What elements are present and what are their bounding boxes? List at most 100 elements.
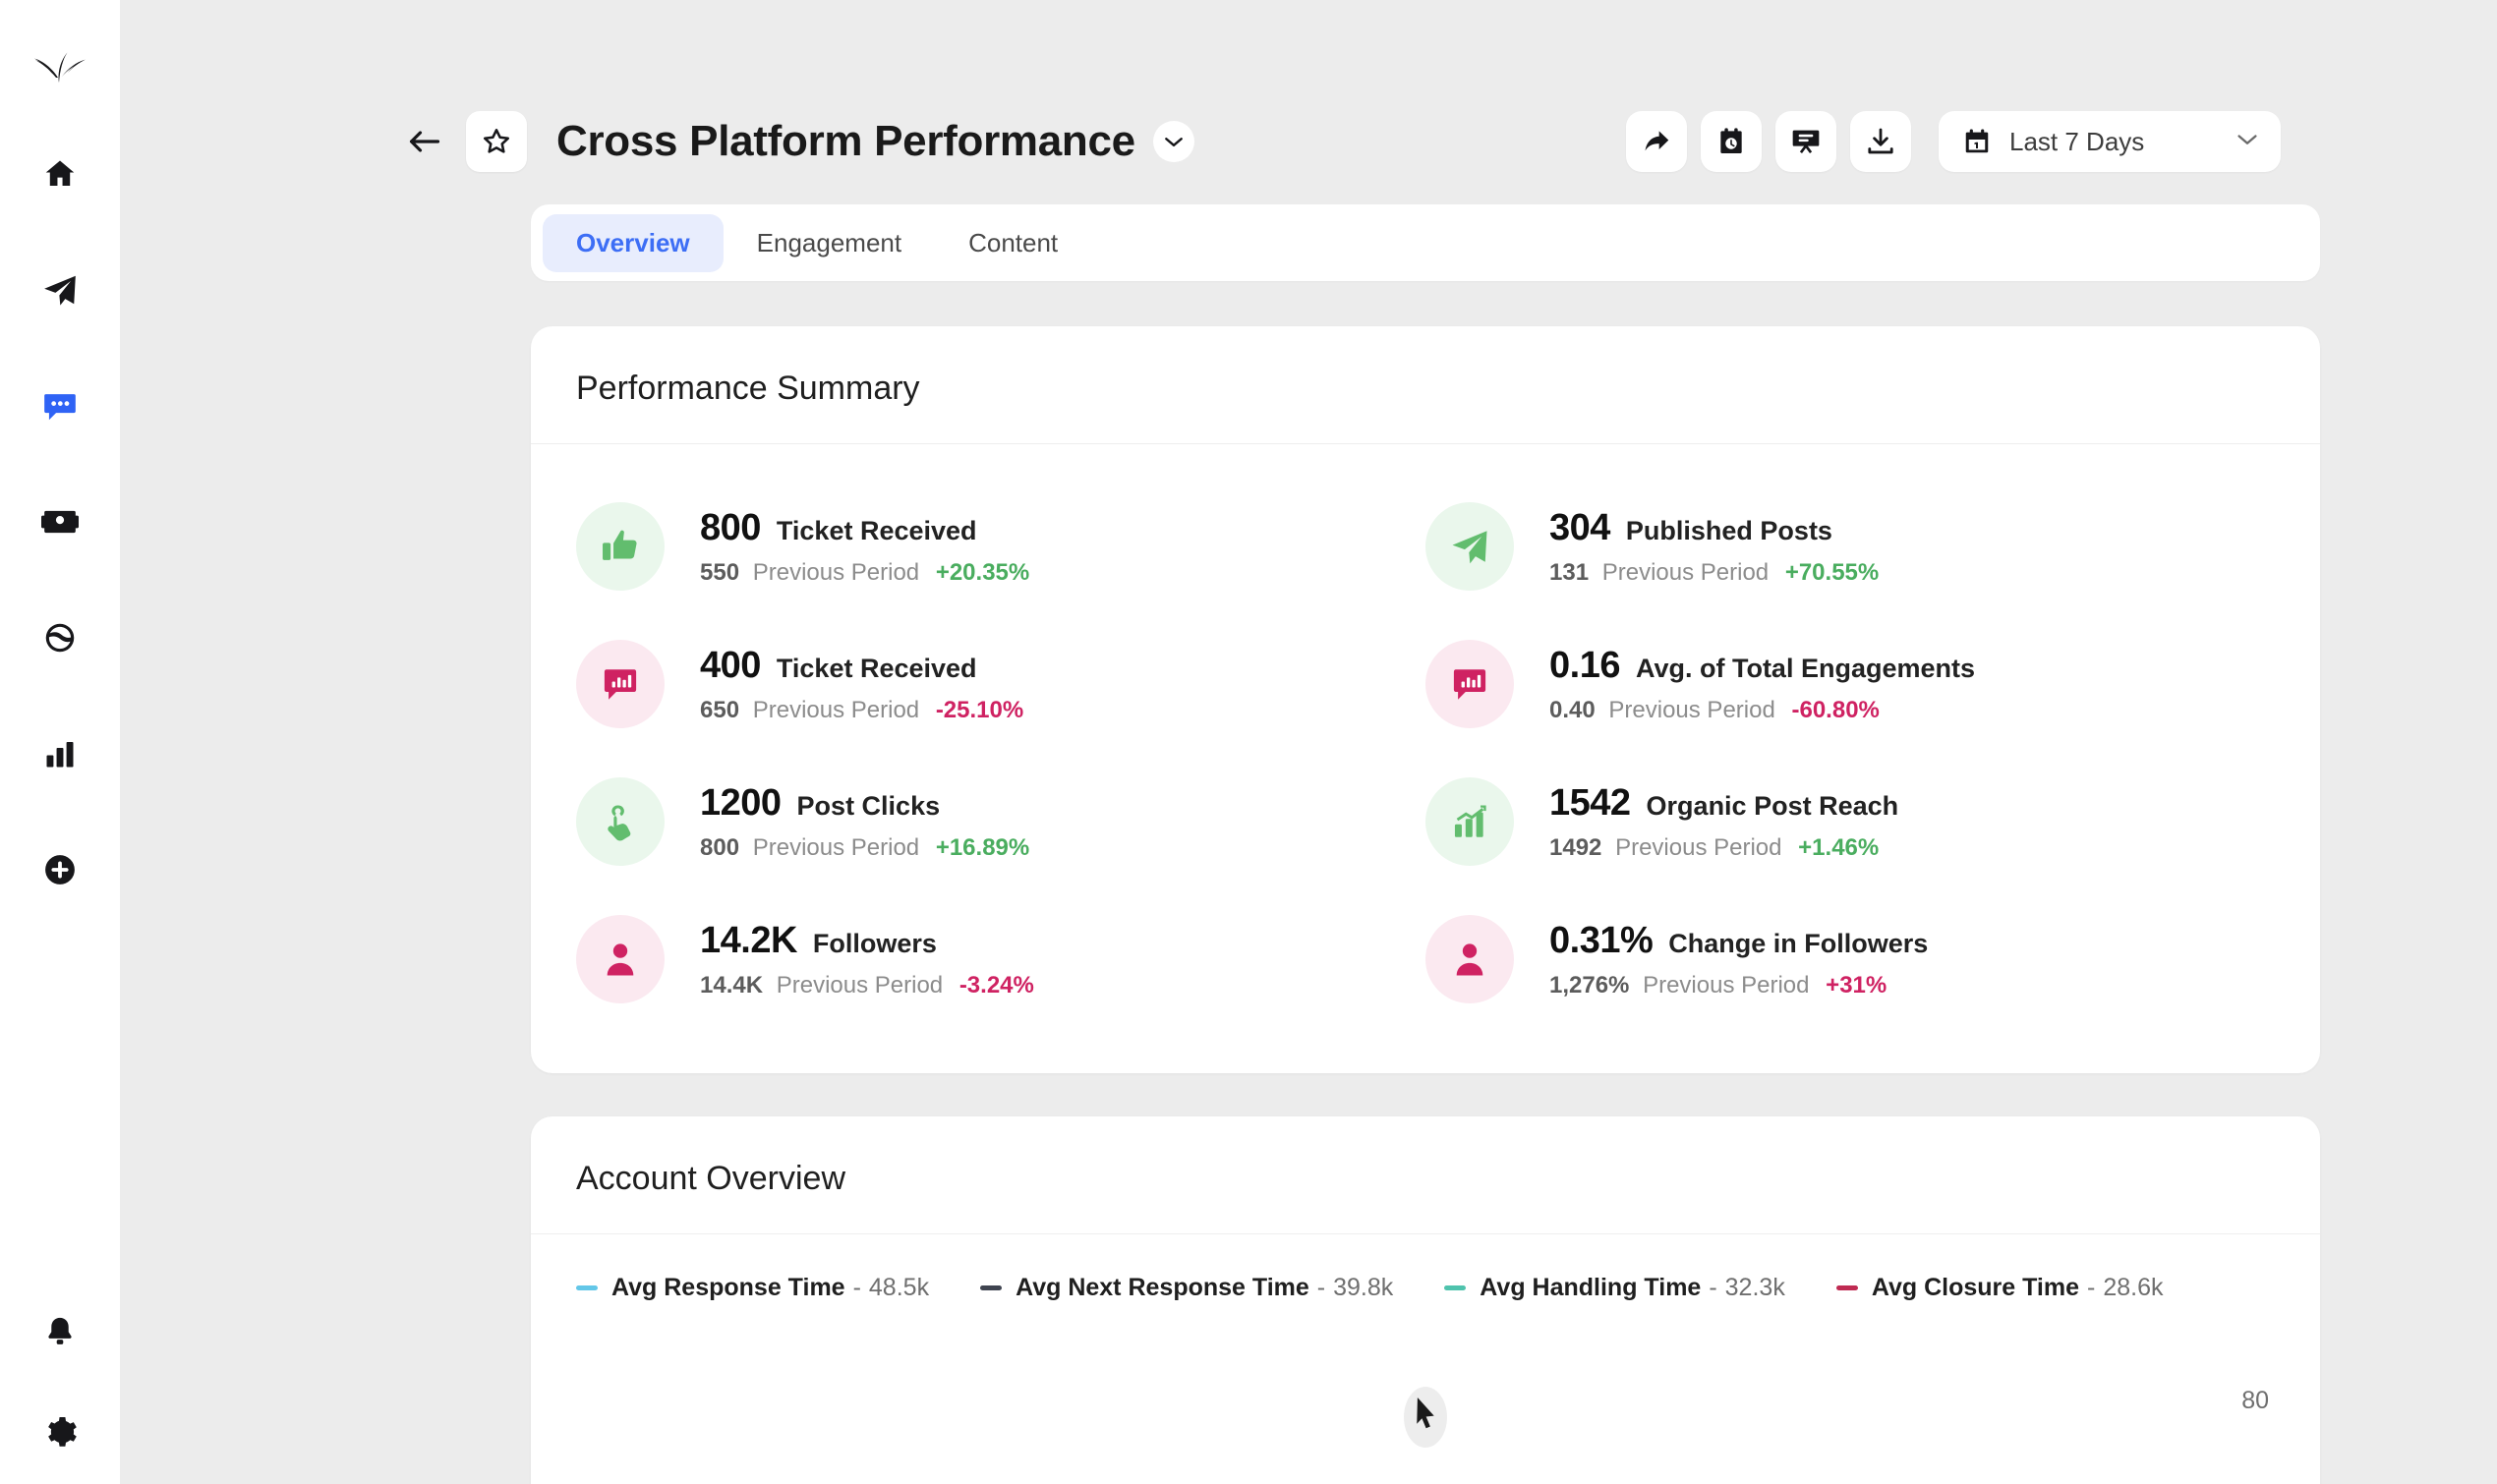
paper-plane-icon (44, 275, 76, 306)
sprout-logo-icon[interactable] (26, 28, 94, 96)
metrics-grid: 800 Ticket Received 550 Previous Period … (576, 478, 2275, 1028)
metric-previous-label: Previous Period (1615, 833, 1782, 861)
chat-bar-chart-icon (576, 640, 665, 728)
sidebar-item-listening[interactable] (28, 605, 92, 670)
legend-item-avg-handling-time[interactable]: Avg Handling Time - 32.3k (1444, 1274, 1785, 1302)
legend-label: Avg Handling Time (1480, 1274, 1702, 1301)
schedule-report-button[interactable] (1701, 111, 1762, 172)
metric-organic-post-reach[interactable]: 1542 Organic Post Reach 1492 Previous Pe… (1425, 753, 2275, 890)
metric-label: Post Clicks (796, 790, 941, 821)
share-button[interactable] (1626, 111, 1687, 172)
tab-engagement[interactable]: Engagement (724, 214, 935, 272)
metric-label: Followers (812, 928, 937, 958)
chevron-down-icon (2236, 132, 2259, 151)
back-arrow-icon[interactable] (405, 122, 444, 161)
tab-bar: Overview Engagement Content (531, 204, 2320, 281)
sidebar-item-publishing[interactable] (28, 257, 92, 322)
presentation-mode-button[interactable] (1775, 111, 1836, 172)
legend-label: Avg Next Response Time (1016, 1274, 1309, 1301)
metric-value: 1542 (1549, 781, 1631, 824)
metric-text: 0.16 Avg. of Total Engagements 0.40 Prev… (1549, 645, 1975, 724)
metric-value: 400 (700, 644, 761, 686)
tab-overview[interactable]: Overview (543, 213, 724, 272)
metric-post-clicks[interactable]: 1200 Post Clicks 800 Previous Period +16… (576, 753, 1425, 890)
favorite-button[interactable] (466, 111, 527, 172)
person-icon (1425, 915, 1514, 1003)
app-root: Cross Platform Performance Last 7 Days O… (0, 0, 2497, 1484)
metric-change-in-followers[interactable]: 0.31% Change in Followers 1,276% Previou… (1425, 890, 2275, 1028)
date-range-picker[interactable]: Last 7 Days (1939, 111, 2281, 172)
metric-delta: +20.35% (935, 558, 1030, 586)
title-dropdown-button[interactable] (1152, 121, 1194, 162)
metric-value: 1200 (700, 781, 782, 824)
metric-previous-value: 1492 (1549, 833, 1602, 861)
legend-label: Avg Response Time (611, 1274, 845, 1301)
legend-swatch-icon (1835, 1285, 1858, 1290)
metric-avg-total-engagements[interactable]: 0.16 Avg. of Total Engagements 0.40 Prev… (1425, 615, 2275, 753)
legend-item-avg-closure-time[interactable]: Avg Closure Time - 28.6k (1835, 1274, 2164, 1302)
performance-summary-header: Performance Summary (531, 326, 2320, 444)
sidebar-item-contacts[interactable] (28, 489, 92, 554)
metric-label: Avg. of Total Engagements (1635, 653, 1975, 683)
metric-previous-label: Previous Period (752, 833, 920, 861)
metric-previous-value: 650 (700, 696, 740, 723)
metric-ticket-received-2[interactable]: 400 Ticket Received 650 Previous Period … (576, 615, 1425, 753)
metric-label: Organic Post Reach (1646, 790, 1899, 821)
sidebar-item-analytics[interactable] (28, 721, 92, 786)
legend-separator: - (1709, 1274, 1717, 1301)
presentation-icon (1792, 130, 1820, 153)
metric-previous-label: Previous Period (752, 696, 920, 723)
plus-circle-icon (45, 855, 75, 885)
metric-delta: +16.89% (935, 833, 1030, 861)
page-title: Cross Platform Performance (556, 117, 1135, 165)
metric-previous-value: 550 (700, 558, 740, 586)
legend-separator: - (1316, 1274, 1326, 1301)
metric-ticket-received-1[interactable]: 800 Ticket Received 550 Previous Period … (576, 478, 1425, 615)
sidebar-item-notifications[interactable] (28, 1299, 92, 1364)
metric-followers[interactable]: 14.2K Followers 14.4K Previous Period -3… (576, 890, 1425, 1028)
tab-content[interactable]: Content (935, 214, 1091, 272)
sidebar-item-home[interactable] (28, 142, 92, 206)
home-icon (45, 160, 75, 186)
chart-legend: Avg Response Time - 48.5k Avg Next Respo… (576, 1268, 2275, 1302)
chevron-down-icon (1164, 138, 1183, 147)
share-icon (1645, 131, 1669, 151)
sidebar-item-messages[interactable] (28, 373, 92, 438)
legend-value: 39.8k (1333, 1274, 1394, 1301)
legend-item-avg-response-time[interactable]: Avg Response Time - 48.5k (576, 1274, 929, 1302)
metric-text: 304 Published Posts 131 Previous Period … (1549, 507, 1879, 587)
metric-value: 304 (1549, 506, 1610, 548)
growth-chart-icon (1425, 777, 1514, 866)
metric-published-posts[interactable]: 304 Published Posts 131 Previous Period … (1425, 478, 2275, 615)
metric-previous-label: Previous Period (1601, 558, 1770, 586)
metric-text: 1200 Post Clicks 800 Previous Period +16… (700, 782, 1029, 862)
sidebar-item-compose[interactable] (28, 837, 92, 902)
bar-chart-icon (46, 742, 74, 768)
schedule-icon (1720, 128, 1742, 153)
legend-separator: - (852, 1274, 861, 1301)
metric-previous-value: 14.4K (700, 971, 764, 999)
account-overview-chart[interactable]: 80 (576, 1341, 2275, 1459)
legend-label: Avg Closure Time (1871, 1274, 2079, 1301)
sidebar-item-settings[interactable] (28, 1399, 92, 1464)
person-icon (576, 915, 665, 1003)
paper-plane-icon (1425, 502, 1514, 591)
metric-previous-label: Previous Period (1643, 971, 1810, 999)
account-overview-card: Account Overview Avg Response Time - 48.… (531, 1116, 2320, 1484)
metric-previous-label: Previous Period (1608, 696, 1775, 723)
legend-separator: - (2087, 1274, 2096, 1301)
legend-value: 32.3k (1724, 1274, 1785, 1301)
download-icon (1868, 128, 1893, 154)
metric-previous-label: Previous Period (752, 558, 920, 586)
header-actions: Last 7 Days (1626, 111, 2281, 172)
date-range-value: Last 7 Days (2009, 126, 2145, 156)
metric-delta: -25.10% (935, 696, 1024, 723)
legend-item-avg-next-response-time[interactable]: Avg Next Response Time - 39.8k (980, 1274, 1393, 1302)
metric-label: Change in Followers (1668, 928, 1929, 958)
download-report-button[interactable] (1850, 111, 1911, 172)
gear-icon (48, 1417, 77, 1447)
mouse-cursor-icon (1409, 1391, 1442, 1442)
legend-swatch-icon (980, 1285, 1003, 1290)
metric-previous-value: 800 (700, 833, 740, 861)
performance-summary-title: Performance Summary (576, 370, 920, 407)
